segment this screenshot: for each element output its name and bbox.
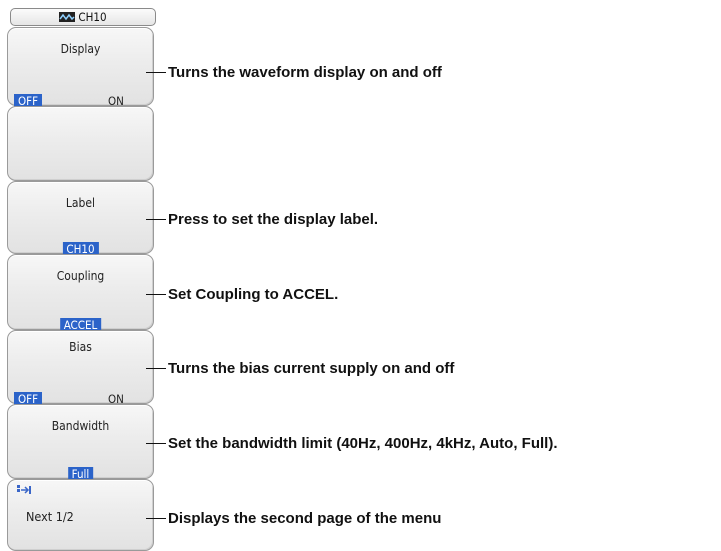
page-next-icon — [17, 485, 31, 494]
blank-button[interactable] — [7, 106, 154, 181]
channel-header: CH10 — [10, 8, 156, 26]
bias-button[interactable]: Bias OFF ON — [7, 330, 154, 407]
coupling-callout: Set Coupling to ACCEL. — [146, 285, 338, 303]
next-leader-line — [146, 517, 166, 519]
soft-key-menu-panel: CH10 Display OFF ON Label CH10 Coupling … — [0, 0, 156, 551]
bandwidth-callout: Set the bandwidth limit (40Hz, 400Hz, 4k… — [146, 434, 557, 452]
bandwidth-leader-line — [146, 442, 166, 444]
next-page-button[interactable]: Next 1/2 — [7, 479, 154, 551]
bandwidth-button[interactable]: Bandwidth Full — [7, 404, 154, 482]
channel-title: CH10 — [78, 10, 107, 24]
next-page-label: Next 1/2 — [26, 509, 74, 524]
coupling-title: Coupling — [56, 269, 105, 283]
bias-callout-text: Turns the bias current supply on and off — [168, 359, 455, 377]
next-callout-text: Displays the second page of the menu — [168, 509, 442, 527]
label-title: Label — [65, 196, 96, 210]
label-callout: Press to set the display label. — [146, 210, 378, 228]
bandwidth-title: Bandwidth — [51, 419, 110, 433]
bias-callout: Turns the bias current supply on and off — [146, 359, 454, 377]
next-callout: Displays the second page of the menu — [146, 509, 441, 527]
label-callout-text: Press to set the display label. — [168, 210, 379, 228]
display-title: Display — [60, 42, 101, 56]
coupling-button[interactable]: Coupling ACCEL — [7, 254, 154, 333]
channel-waveform-icon — [59, 12, 76, 22]
coupling-leader-line — [146, 293, 166, 295]
label-button[interactable]: Label CH10 — [7, 181, 154, 257]
label-leader-line — [146, 218, 166, 220]
display-leader-line — [146, 71, 166, 73]
display-button[interactable]: Display OFF ON — [7, 27, 154, 109]
display-callout-text: Turns the waveform display on and off — [168, 63, 442, 81]
coupling-callout-text: Set Coupling to ACCEL. — [168, 285, 339, 303]
bias-title: Bias — [69, 340, 92, 354]
bandwidth-callout-text: Set the bandwidth limit (40Hz, 400Hz, 4k… — [168, 434, 558, 452]
bias-leader-line — [146, 367, 166, 369]
display-callout: Turns the waveform display on and off — [146, 63, 442, 81]
